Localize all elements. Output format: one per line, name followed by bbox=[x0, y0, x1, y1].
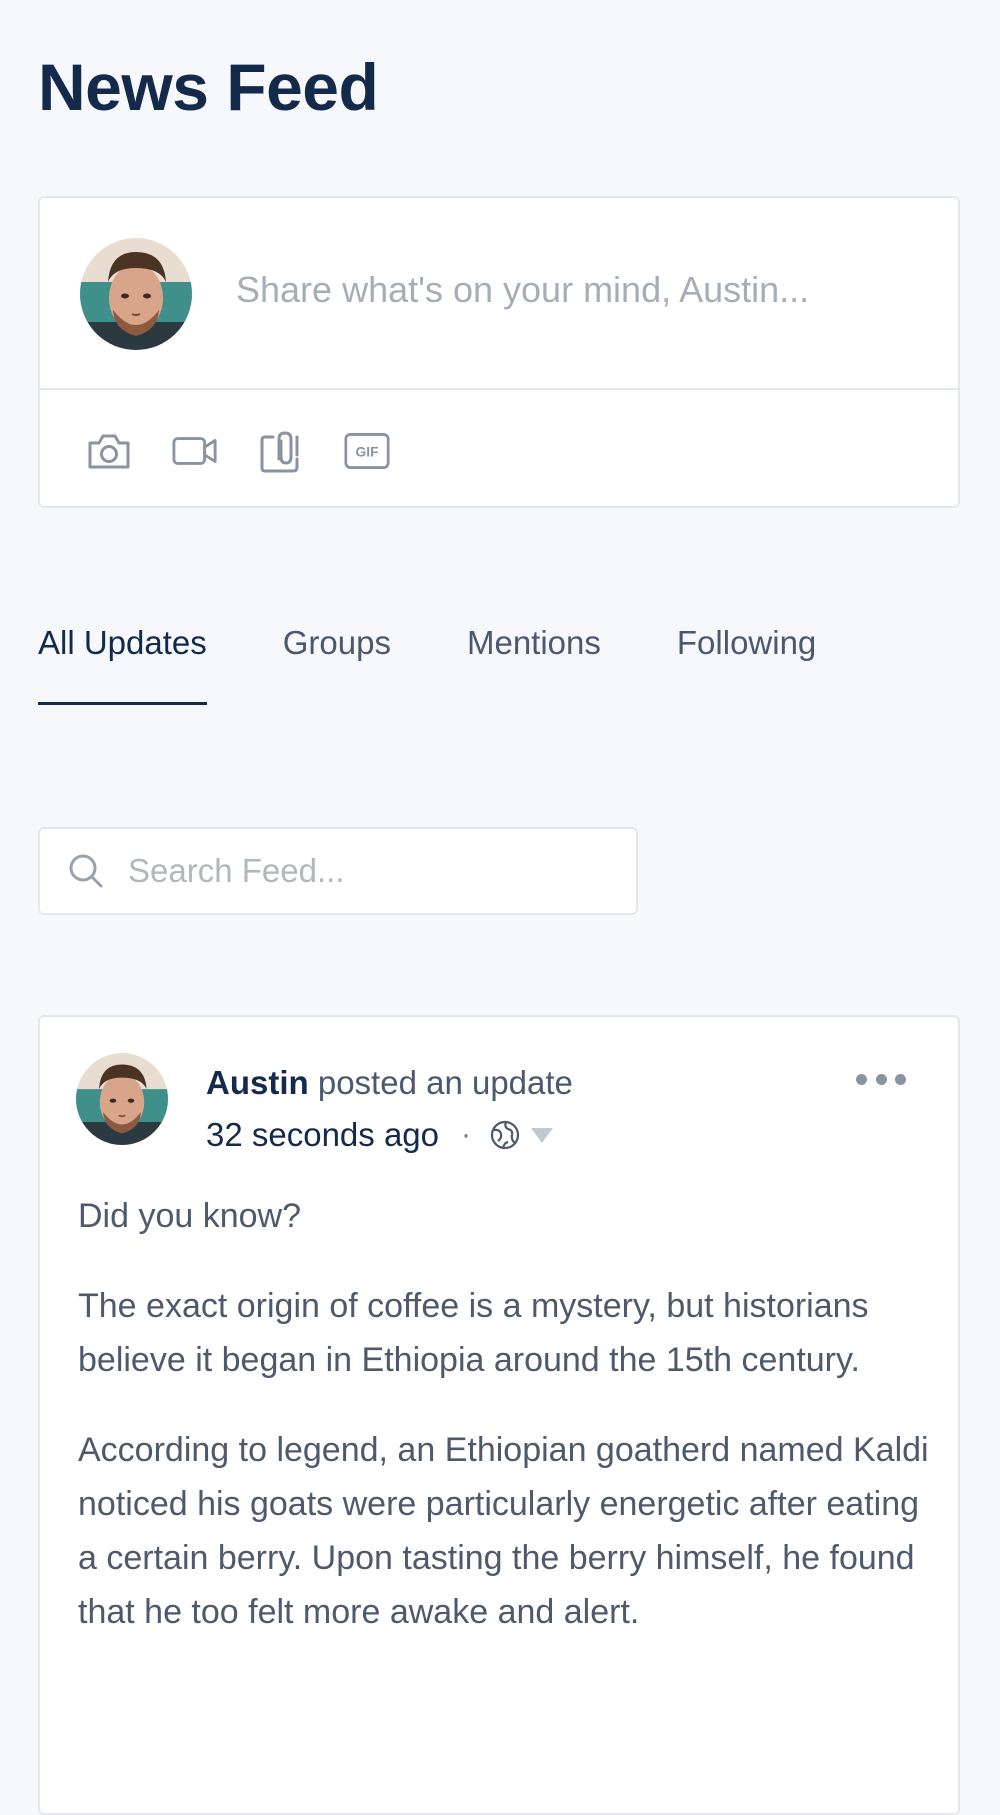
post-header: Austin posted an update bbox=[206, 1059, 573, 1107]
more-options-button[interactable] bbox=[856, 1069, 906, 1089]
feed-tabs: All Updates Groups Mentions Following bbox=[38, 618, 816, 705]
composer-input-area[interactable]: Share what's on your mind, Austin... bbox=[40, 198, 958, 390]
post-meta: 32 seconds ago · bbox=[206, 1111, 555, 1159]
avatar[interactable] bbox=[80, 238, 192, 355]
globe-icon[interactable] bbox=[489, 1119, 521, 1151]
search-box bbox=[38, 827, 638, 915]
tab-mentions[interactable]: Mentions bbox=[467, 618, 601, 704]
more-dot bbox=[875, 1073, 887, 1085]
meta-separator: · bbox=[461, 1118, 472, 1151]
more-dot bbox=[895, 1073, 906, 1085]
camera-icon[interactable] bbox=[86, 428, 132, 474]
avatar[interactable] bbox=[76, 1053, 168, 1150]
activity-post: Austin posted an update 32 seconds ago ·… bbox=[38, 1015, 960, 1815]
post-composer: Share what's on your mind, Austin... GIF bbox=[38, 196, 960, 508]
post-action-text: posted an update bbox=[308, 1064, 573, 1101]
svg-text:GIF: GIF bbox=[356, 445, 379, 460]
tab-groups[interactable]: Groups bbox=[283, 618, 391, 704]
search-input[interactable] bbox=[128, 829, 618, 913]
tab-all-updates[interactable]: All Updates bbox=[38, 618, 207, 705]
more-dot bbox=[856, 1073, 867, 1085]
post-content: Did you know? The exact origin of coffee… bbox=[78, 1189, 938, 1675]
attachment-icon[interactable] bbox=[258, 428, 304, 474]
composer-placeholder[interactable]: Share what's on your mind, Austin... bbox=[236, 266, 809, 314]
post-author-link[interactable]: Austin bbox=[206, 1064, 309, 1101]
composer-toolbar: GIF bbox=[86, 428, 390, 474]
post-paragraph: According to legend, an Ethiopian goathe… bbox=[78, 1431, 929, 1631]
page-title: News Feed bbox=[38, 50, 379, 124]
video-icon[interactable] bbox=[172, 428, 218, 474]
tab-following[interactable]: Following bbox=[677, 618, 816, 704]
post-paragraph: Did you know? bbox=[78, 1197, 302, 1235]
gif-icon[interactable]: GIF bbox=[344, 428, 390, 474]
post-timestamp[interactable]: 32 seconds ago bbox=[206, 1111, 439, 1159]
caret-down-icon[interactable] bbox=[529, 1125, 555, 1145]
post-paragraph: The exact origin of coffee is a mystery,… bbox=[78, 1287, 869, 1379]
search-icon bbox=[66, 851, 106, 896]
